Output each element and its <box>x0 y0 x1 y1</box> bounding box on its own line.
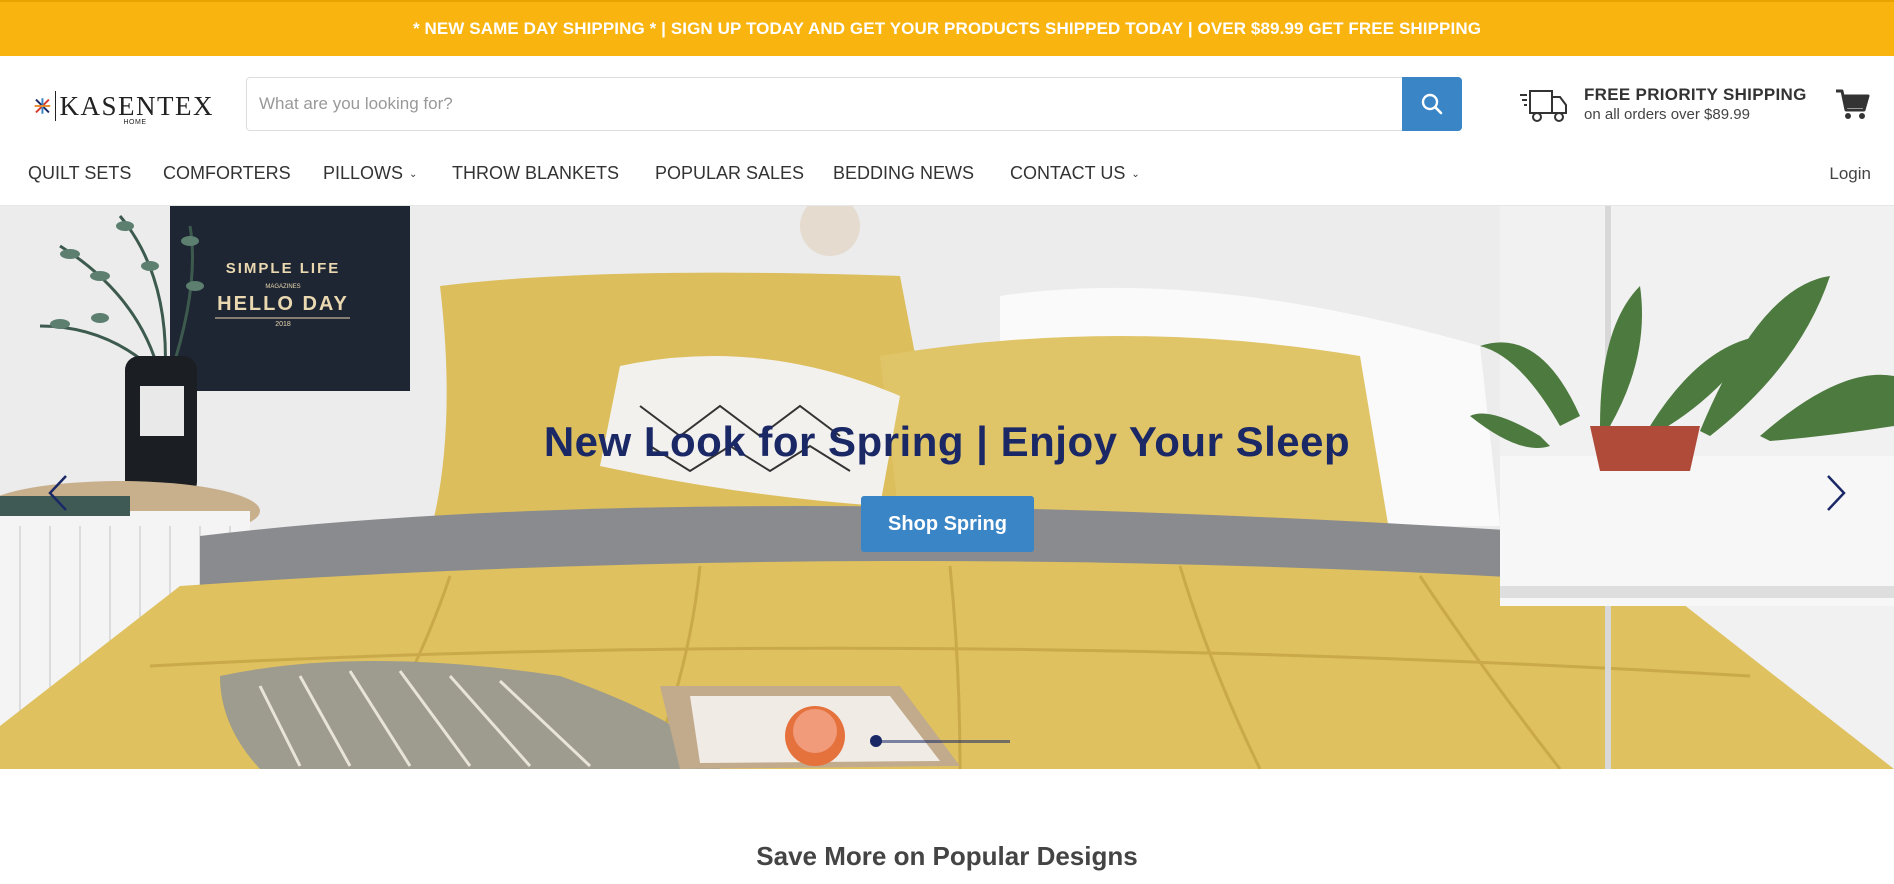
hero-carousel: SIMPLE LIFE MAGAZINES HELLO DAY 2018 New… <box>0 206 1894 769</box>
nav-label: PILLOWS <box>323 163 404 183</box>
logo-divider <box>54 91 56 121</box>
nav-item-bedding-news[interactable]: BEDDING NEWS <box>833 163 974 184</box>
logo-mark-icon <box>34 98 51 114</box>
section-title: Save More on Popular Designs <box>756 841 1138 871</box>
nav-label: CONTACT US <box>1010 163 1126 183</box>
nav-label: BEDDING NEWS <box>833 163 975 183</box>
nav-item-pillows[interactable]: PILLOWS ⌄ <box>323 163 417 184</box>
brand-logo[interactable]: KASENTEX HOME <box>34 86 214 126</box>
nav-item-contact-us[interactable]: CONTACT US ⌄ <box>1010 163 1140 184</box>
poster-line2: MAGAZINES <box>265 284 300 290</box>
brand-sub: HOME <box>123 118 147 126</box>
carousel-pagination <box>870 735 1010 747</box>
search-icon <box>1421 93 1443 115</box>
search-input[interactable] <box>247 78 1402 130</box>
poster-line4: 2018 <box>275 321 291 328</box>
nav-item-quilt-sets[interactable]: QUILT SETS <box>28 163 131 184</box>
chevron-down-icon: ⌄ <box>1131 168 1140 180</box>
arrow-right-icon <box>1827 475 1846 511</box>
nav-label: QUILT SETS <box>28 163 132 183</box>
hero-title: New Look for Spring | Enjoy Your Sleep <box>543 418 1351 465</box>
site-header: KASENTEX HOME FREE PRIORITY SH <box>0 56 1894 150</box>
nav-label: POPULAR SALES <box>655 163 805 183</box>
cart-button[interactable] <box>1834 86 1870 122</box>
nav-label: COMFORTERS <box>163 163 291 183</box>
announcement-text: * NEW SAME DAY SHIPPING * | SIGN UP TODA… <box>412 19 1482 38</box>
nav-item-comforters[interactable]: COMFORTERS <box>163 163 291 184</box>
poster-line1: SIMPLE LIFE <box>226 260 341 277</box>
search-button[interactable] <box>1402 77 1462 131</box>
arrow-left-icon <box>48 475 67 511</box>
nav-label: THROW BLANKETS <box>452 163 620 183</box>
cart-icon <box>1836 89 1870 119</box>
carousel-next-button[interactable] <box>1816 468 1856 518</box>
shop-spring-button[interactable]: Shop Spring <box>861 496 1034 552</box>
hero-image: SIMPLE LIFE MAGAZINES HELLO DAY 2018 <box>0 206 1894 769</box>
shipping-title: FREE PRIORITY SHIPPING <box>1584 85 1807 104</box>
shipping-subtitle: on all orders over $89.99 <box>1584 106 1750 123</box>
login-link[interactable]: Login <box>1829 164 1871 184</box>
truck-icon <box>1520 90 1567 122</box>
announcement-bar: * NEW SAME DAY SHIPPING * | SIGN UP TODA… <box>0 0 1894 56</box>
nav-item-throw-blankets[interactable]: THROW BLANKETS <box>452 163 619 184</box>
shipping-promo: FREE PRIORITY SHIPPING on all orders ove… <box>1518 80 1807 130</box>
carousel-prev-button[interactable] <box>38 468 78 518</box>
brand-name-text: KASENTEX <box>59 90 214 121</box>
chevron-down-icon: ⌄ <box>409 168 418 180</box>
poster-line3: HELLO DAY <box>217 293 349 315</box>
main-nav: QUILT SETS COMFORTERS PILLOWS ⌄ THROW BLA… <box>0 150 1894 206</box>
search-bar <box>246 77 1462 131</box>
brand-name: KASENTEX HOME <box>59 90 215 126</box>
carousel-progress-track <box>880 739 1010 743</box>
nav-item-popular-sales[interactable]: POPULAR SALES <box>655 163 804 184</box>
